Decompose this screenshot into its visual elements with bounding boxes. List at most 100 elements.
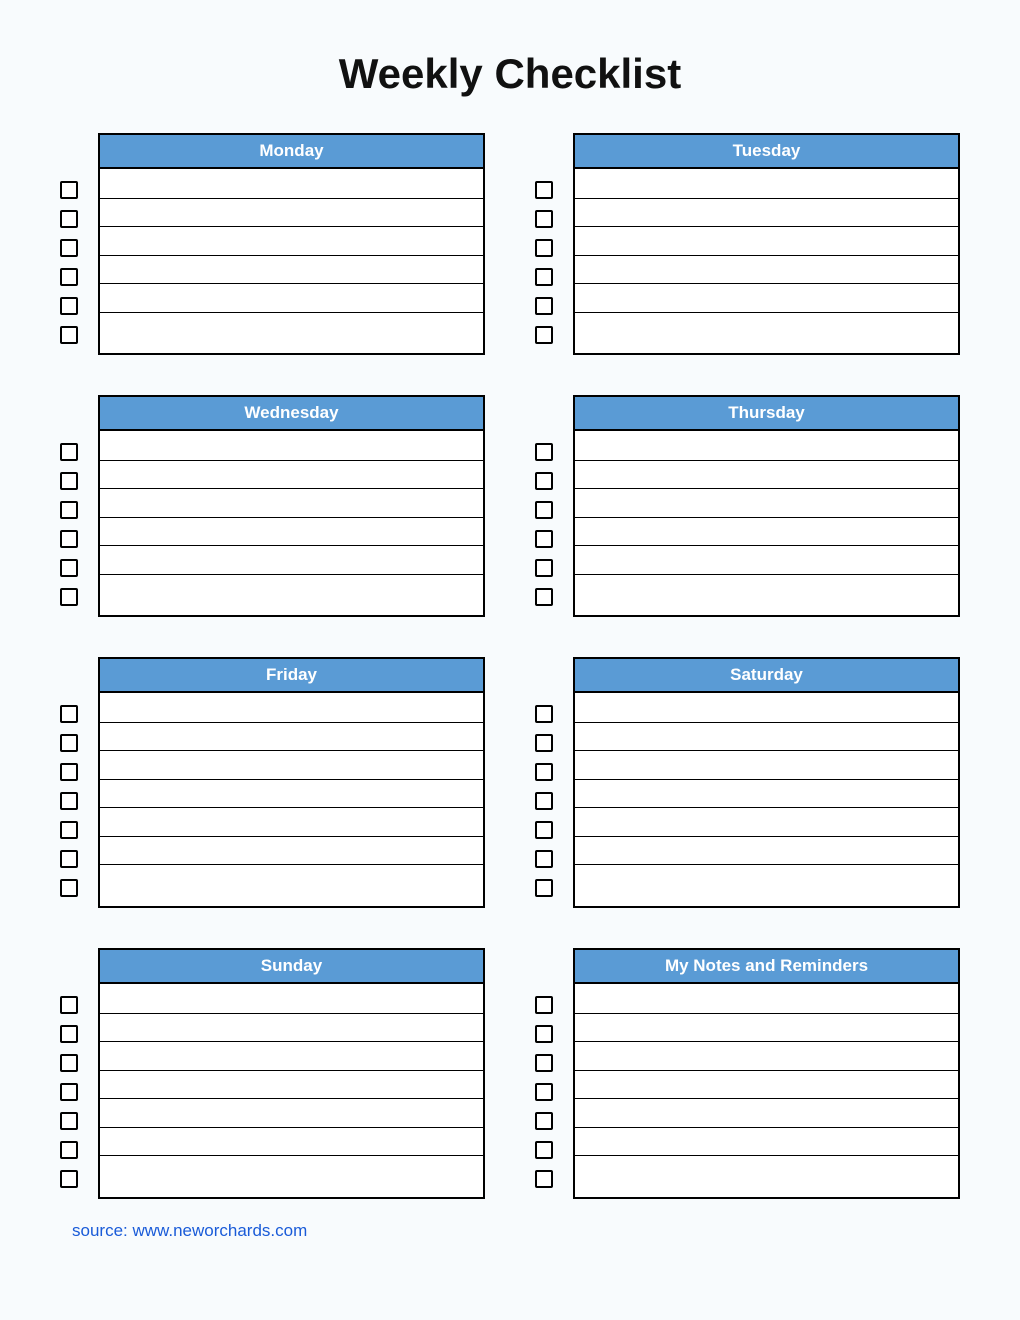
- checklist-row[interactable]: [100, 693, 483, 722]
- checklist-row[interactable]: [575, 1070, 958, 1099]
- checklist-row[interactable]: [100, 574, 483, 603]
- checklist-row[interactable]: [100, 984, 483, 1013]
- checklist-row[interactable]: [100, 226, 483, 255]
- checkbox[interactable]: [535, 879, 553, 897]
- checkbox[interactable]: [60, 501, 78, 519]
- checklist-row[interactable]: [100, 283, 483, 312]
- checklist-row[interactable]: [575, 693, 958, 722]
- checklist-row[interactable]: [575, 807, 958, 836]
- checklist-row[interactable]: [100, 864, 483, 893]
- checkbox[interactable]: [60, 879, 78, 897]
- checklist-row[interactable]: [100, 1127, 483, 1156]
- checkbox[interactable]: [535, 443, 553, 461]
- checklist-row[interactable]: [575, 1155, 958, 1184]
- checkbox[interactable]: [60, 530, 78, 548]
- checkbox[interactable]: [60, 1054, 78, 1072]
- checkbox[interactable]: [535, 181, 553, 199]
- checklist-row[interactable]: [575, 779, 958, 808]
- checklist-row[interactable]: [100, 169, 483, 198]
- checkbox[interactable]: [60, 1170, 78, 1188]
- checklist-row[interactable]: [575, 460, 958, 489]
- checkbox[interactable]: [535, 705, 553, 723]
- checklist-row[interactable]: [575, 488, 958, 517]
- checkbox[interactable]: [535, 268, 553, 286]
- checkbox[interactable]: [535, 1112, 553, 1130]
- checklist-row[interactable]: [575, 864, 958, 893]
- checklist-row[interactable]: [100, 807, 483, 836]
- checkbox[interactable]: [535, 239, 553, 257]
- checklist-row[interactable]: [575, 750, 958, 779]
- checklist-row[interactable]: [575, 312, 958, 341]
- checkbox[interactable]: [60, 821, 78, 839]
- checklist-row[interactable]: [575, 1013, 958, 1042]
- checkbox[interactable]: [535, 530, 553, 548]
- checklist-row[interactable]: [100, 488, 483, 517]
- checklist-row[interactable]: [575, 431, 958, 460]
- checklist-row[interactable]: [100, 722, 483, 751]
- checkbox[interactable]: [535, 501, 553, 519]
- checklist-row[interactable]: [575, 574, 958, 603]
- checklist-row[interactable]: [100, 431, 483, 460]
- checkbox[interactable]: [60, 1083, 78, 1101]
- checklist-row[interactable]: [575, 198, 958, 227]
- checklist-row[interactable]: [100, 312, 483, 341]
- checklist-row[interactable]: [575, 1127, 958, 1156]
- checklist-row[interactable]: [575, 255, 958, 284]
- checklist-row[interactable]: [575, 283, 958, 312]
- checklist-row[interactable]: [100, 517, 483, 546]
- checklist-row[interactable]: [100, 198, 483, 227]
- checklist-row[interactable]: [100, 836, 483, 865]
- checkbox[interactable]: [60, 996, 78, 1014]
- checkbox[interactable]: [60, 763, 78, 781]
- checkbox[interactable]: [60, 1025, 78, 1043]
- checkbox[interactable]: [60, 181, 78, 199]
- checkbox[interactable]: [535, 1141, 553, 1159]
- checklist-row[interactable]: [100, 1155, 483, 1184]
- checklist-row[interactable]: [575, 1041, 958, 1070]
- checklist-row[interactable]: [100, 750, 483, 779]
- checkbox[interactable]: [535, 792, 553, 810]
- checkbox[interactable]: [535, 588, 553, 606]
- checkbox[interactable]: [535, 1170, 553, 1188]
- checklist-row[interactable]: [575, 517, 958, 546]
- checklist-row[interactable]: [100, 1013, 483, 1042]
- checklist-row[interactable]: [100, 1070, 483, 1099]
- checkbox[interactable]: [60, 239, 78, 257]
- checklist-row[interactable]: [100, 1098, 483, 1127]
- checkbox[interactable]: [535, 734, 553, 752]
- checkbox[interactable]: [535, 472, 553, 490]
- checklist-row[interactable]: [100, 1041, 483, 1070]
- checkbox[interactable]: [60, 268, 78, 286]
- checkbox[interactable]: [535, 1083, 553, 1101]
- checkbox[interactable]: [535, 763, 553, 781]
- checkbox[interactable]: [60, 1112, 78, 1130]
- checklist-row[interactable]: [575, 836, 958, 865]
- checkbox[interactable]: [60, 559, 78, 577]
- checklist-row[interactable]: [100, 545, 483, 574]
- checkbox[interactable]: [60, 792, 78, 810]
- checkbox[interactable]: [60, 734, 78, 752]
- checklist-row[interactable]: [100, 779, 483, 808]
- checkbox[interactable]: [60, 705, 78, 723]
- checkbox[interactable]: [60, 210, 78, 228]
- checkbox[interactable]: [60, 588, 78, 606]
- checkbox[interactable]: [535, 326, 553, 344]
- checkbox[interactable]: [535, 850, 553, 868]
- checklist-row[interactable]: [575, 226, 958, 255]
- checkbox[interactable]: [60, 1141, 78, 1159]
- checkbox[interactable]: [535, 1054, 553, 1072]
- checkbox[interactable]: [60, 297, 78, 315]
- checklist-row[interactable]: [575, 545, 958, 574]
- checklist-row[interactable]: [575, 1098, 958, 1127]
- checklist-row[interactable]: [575, 169, 958, 198]
- checkbox[interactable]: [535, 297, 553, 315]
- checkbox[interactable]: [535, 210, 553, 228]
- checklist-row[interactable]: [575, 984, 958, 1013]
- checkbox[interactable]: [535, 559, 553, 577]
- checkbox[interactable]: [535, 821, 553, 839]
- checklist-row[interactable]: [575, 722, 958, 751]
- checkbox[interactable]: [60, 850, 78, 868]
- checkbox[interactable]: [60, 326, 78, 344]
- checkbox[interactable]: [535, 1025, 553, 1043]
- checklist-row[interactable]: [100, 255, 483, 284]
